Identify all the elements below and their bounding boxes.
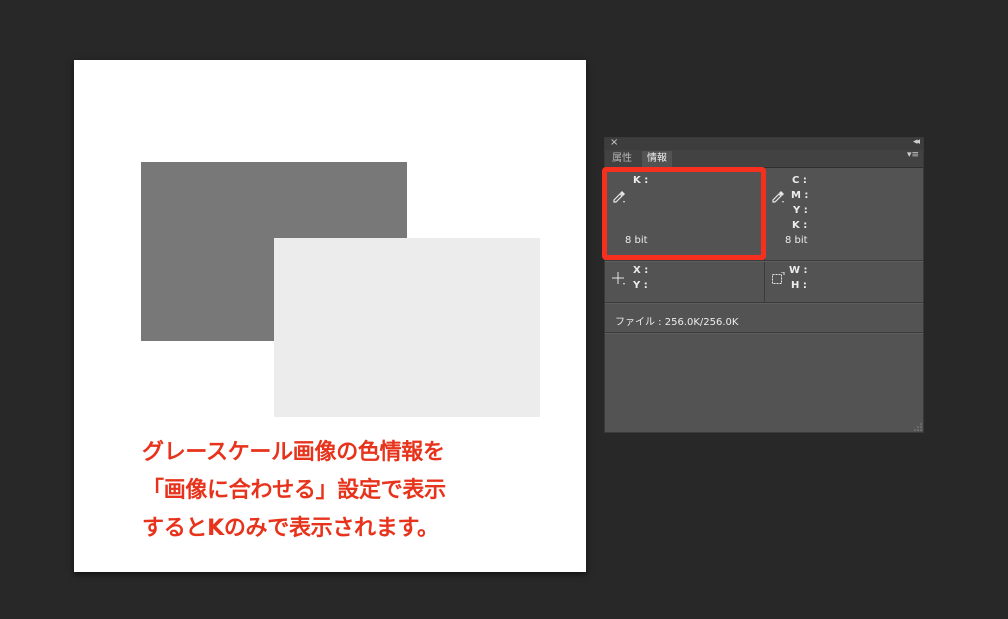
section-divider bbox=[605, 332, 923, 334]
panel-menu-icon[interactable]: ▾≡ bbox=[907, 150, 919, 160]
selection-size-icon bbox=[772, 272, 785, 284]
w-label: W : bbox=[789, 265, 808, 276]
x-label: X : bbox=[633, 265, 649, 276]
c-label: C : bbox=[792, 175, 807, 186]
y-position-label: Y : bbox=[633, 280, 648, 291]
close-icon[interactable]: × bbox=[610, 137, 618, 148]
k-label-cmyk: K : bbox=[792, 220, 808, 231]
highlight-box bbox=[602, 167, 766, 260]
tab-properties[interactable]: 属性 bbox=[607, 151, 637, 167]
tab-info[interactable]: 情報 bbox=[642, 151, 672, 167]
h-label: H : bbox=[791, 280, 807, 291]
column-divider bbox=[764, 262, 765, 302]
light-gray-rectangle bbox=[274, 238, 540, 417]
y-label: Y : bbox=[793, 205, 808, 216]
caption-line: グレースケール画像の色情報を bbox=[142, 440, 445, 465]
section-divider bbox=[605, 302, 923, 304]
eyedropper-icon[interactable] bbox=[771, 190, 785, 204]
document-canvas[interactable]: グレースケール画像の色情報を 「画像に合わせる」設定で表示 するとKのみで表示さ… bbox=[74, 60, 586, 572]
m-label: M : bbox=[791, 190, 809, 201]
crosshair-icon bbox=[612, 272, 625, 285]
bit-depth-right: 8 bit bbox=[785, 235, 808, 246]
file-size-info: ファイル : 256.0K/256.0K bbox=[615, 317, 739, 328]
caption-line: 「画像に合わせる」設定で表示 bbox=[142, 478, 446, 503]
annotation-caption: グレースケール画像の色情報を 「画像に合わせる」設定で表示 するとKのみで表示さ… bbox=[142, 434, 582, 548]
collapse-icon[interactable]: ◂◂ bbox=[913, 137, 920, 147]
panel-titlebar[interactable]: × ◂◂ bbox=[605, 137, 923, 150]
panel-tabbar: 属性 情報 ▾≡ bbox=[605, 150, 923, 168]
resize-grip-icon[interactable] bbox=[914, 423, 922, 431]
caption-line: するとKのみで表示されます。 bbox=[142, 516, 439, 541]
